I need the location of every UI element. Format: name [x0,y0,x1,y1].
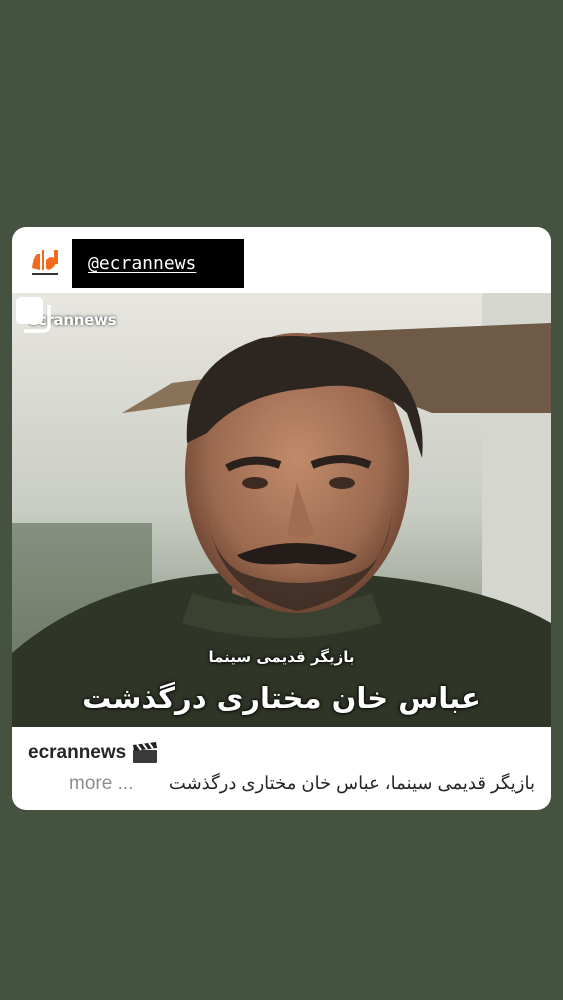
overlay-headline: عباس خان مختاری درگذشت [82,681,481,715]
caption-username-row[interactable]: ecrannews [28,742,158,764]
more-link[interactable]: more ... [69,773,133,795]
post-photo[interactable]: ecrannews بازیگر قدیمی سینما عباس خان مخ… [12,293,551,727]
mention-sticker[interactable]: @ecrannews [72,239,244,288]
carousel-multiple-icon[interactable] [12,293,54,335]
story-screen: { "header": { "handle": "@ecrannews", "l… [0,0,563,1000]
handle-text[interactable]: @ecrannews [88,253,196,274]
overlay-subtitle-small: بازیگر قدیمی سینما [208,648,355,666]
ekran-logo-icon[interactable] [26,242,64,280]
caption-area: ecrannews بازیگر قدیمی سینما، عباس خان م… [12,727,551,810]
clapperboard-icon [133,742,158,763]
caption-text: بازیگر قدیمی سینما، عباس خان مختاری درگذ… [168,773,535,793]
post-card[interactable]: @ecrannews ecrannews بازیگر قدیمی سینما … [12,227,551,810]
post-header: @ecrannews [12,227,551,293]
caption-username[interactable]: ecrannews [28,742,126,764]
